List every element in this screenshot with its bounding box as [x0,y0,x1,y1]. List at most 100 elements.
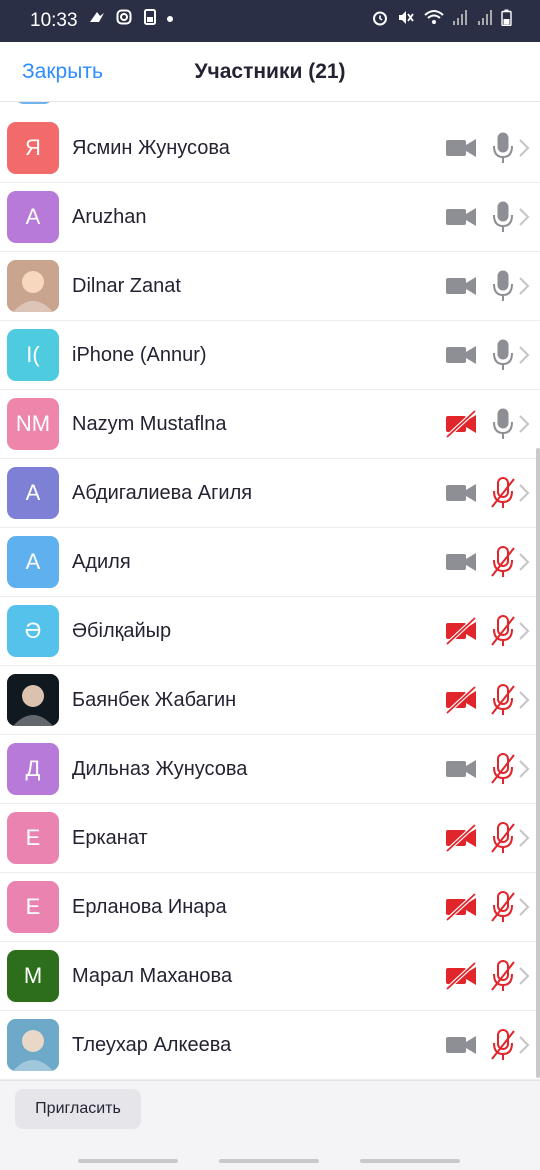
mic-icon [489,408,517,440]
video-off-icon [444,685,478,715]
nav-indicator [78,1159,178,1163]
avatar-initials: Я [25,135,41,160]
participant-row[interactable]: Тлеухар Алкеева [0,1011,540,1080]
signal-icon [477,10,492,25]
mic-muted-icon [489,753,517,785]
page-title: Участники (21) [194,60,346,83]
participant-name: Ясмин Жунусова [72,137,230,159]
avatar: Я [7,122,59,174]
mic-icon [489,132,517,164]
video-off-icon [444,409,478,439]
video-icon [444,1031,478,1059]
nav-indicator [360,1159,460,1163]
mic-icon [489,270,517,302]
notification-icon [90,12,104,22]
header-bar: Закрыть Участники (21) [0,42,540,102]
participant-name: Ерланова Инара [72,896,227,918]
participant-row[interactable]: A Адиля [0,528,540,597]
avatar: I( [7,329,59,381]
video-icon [444,272,478,300]
avatar-initials: I( [26,342,40,367]
signal-icon [453,10,468,25]
partial-avatar [14,102,54,104]
participant-row[interactable]: I( iPhone (Annur) [0,321,540,390]
participant-name: Тлеухар Алкеева [72,1034,232,1056]
chevron-right-icon [517,207,531,227]
avatar: NM [7,398,59,450]
chevron-right-icon [517,966,531,986]
participant-row[interactable]: E Ерканат [0,804,540,873]
mic-muted-icon [489,960,517,992]
video-icon [444,341,478,369]
video-icon [444,548,478,576]
avatar: A [7,467,59,519]
participant-row[interactable]: NM Nazym Mustaflna [0,390,540,459]
mic-muted-icon [489,891,517,923]
participant-row[interactable]: M Марал Маханова [0,942,540,1011]
mic-muted-icon [489,822,517,854]
mic-icon [489,201,517,233]
participant-name: Әбілқайыр [72,620,172,642]
avatar-initials: Д [25,756,41,781]
chevron-right-icon [517,897,531,917]
avatar-initials: E [25,894,41,919]
sim-icon [143,9,156,25]
participant-row[interactable]: Д Дильназ Жунусова [0,735,540,804]
participant-name: Aruzhan [72,206,147,228]
participant-name: Дильназ Жунусова [72,758,248,780]
chevron-right-icon [517,138,531,158]
participant-name: iPhone (Annur) [72,344,207,366]
avatar-initials: A [25,204,41,229]
status-dot [167,16,173,22]
video-icon [444,203,478,231]
participant-list[interactable]: Я Ясмин Жунусова A Aruzhan Dilnar Zanat I( iPh… [0,102,540,1080]
chevron-right-icon [517,828,531,848]
participant-row[interactable]: Я Ясмин Жунусова [0,114,540,183]
avatar-initials: A [25,549,41,574]
wifi-icon [423,10,444,24]
mic-muted-icon [489,684,517,716]
avatar: A [7,191,59,243]
chevron-right-icon [517,276,531,296]
avatar [7,1019,59,1071]
participant-name: Nazym Mustaflna [72,413,227,435]
mic-icon [489,339,517,371]
participant-name: Марал Маханова [72,965,233,987]
participant-row[interactable]: E Ерланова Инара [0,873,540,942]
battery-icon [501,9,512,27]
participant-row[interactable]: Dilnar Zanat [0,252,540,321]
avatar-initials: E [25,825,41,850]
avatar-initials: NM [15,411,51,436]
chevron-right-icon [517,552,531,572]
avatar: Ә [7,605,59,657]
footer-bar: Пригласить [0,1080,540,1170]
video-off-icon [444,892,478,922]
scrollbar[interactable] [536,448,540,1078]
participant-name: Баянбек Жабагин [72,689,237,711]
participant-row[interactable]: Ә Әбілқайыр [0,597,540,666]
video-icon [444,479,478,507]
participant-name: Абдигалиева Агиля [72,482,253,504]
avatar [7,260,59,312]
mic-muted-icon [489,546,517,578]
avatar: Д [7,743,59,795]
mic-muted-icon [489,477,517,509]
avatar-initials: M [23,963,43,988]
participant-row[interactable]: A Aruzhan [0,183,540,252]
avatar: M [7,950,59,1002]
participant-name: Адиля [72,551,131,573]
avatar: E [7,881,59,933]
chevron-right-icon [517,1035,531,1055]
mic-muted-icon [489,1029,517,1061]
participant-name: Ерканат [72,827,148,849]
avatar [7,674,59,726]
participant-row[interactable]: A Абдигалиева Агиля [0,459,540,528]
mute-icon [399,11,414,24]
chevron-right-icon [517,621,531,641]
alarm-icon [372,11,387,26]
chevron-right-icon [517,345,531,365]
invite-button[interactable]: Пригласить [15,1089,141,1129]
participant-row[interactable]: Баянбек Жабагин [0,666,540,735]
avatar-initials: Ә [24,618,42,643]
chevron-right-icon [517,690,531,710]
